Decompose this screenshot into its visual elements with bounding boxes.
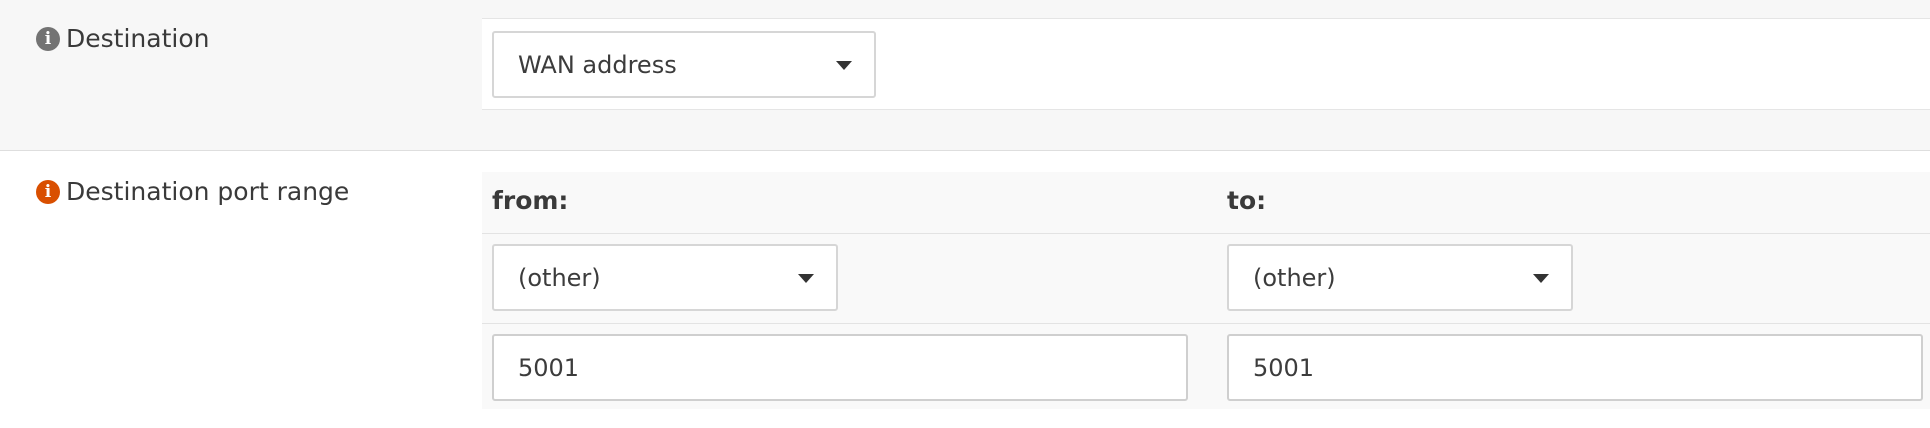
- from-header: from:: [492, 186, 569, 215]
- from-port-select[interactable]: (other): [492, 244, 838, 311]
- destination-label: i Destination: [36, 24, 209, 54]
- destination-row: i Destination WAN address: [0, 0, 1930, 151]
- to-port-select[interactable]: (other): [1227, 244, 1573, 311]
- destination-label-text: Destination: [66, 24, 210, 53]
- destination-select[interactable]: WAN address: [492, 31, 876, 98]
- to-port-input[interactable]: [1227, 334, 1923, 401]
- chevron-down-icon: [836, 60, 852, 70]
- info-icon[interactable]: i: [36, 27, 60, 51]
- destination-panel: WAN address: [482, 18, 1930, 110]
- to-header: to:: [1227, 186, 1267, 215]
- divider: [482, 233, 1930, 234]
- info-icon[interactable]: i: [36, 180, 60, 204]
- port-range-label: i Destination port range: [36, 177, 349, 207]
- to-port-select-value: (other): [1253, 263, 1336, 292]
- from-port-input[interactable]: [492, 334, 1188, 401]
- chevron-down-icon: [1533, 273, 1549, 283]
- port-range-label-text: Destination port range: [66, 177, 350, 206]
- port-range-panel: from: to: (other) (other): [482, 172, 1930, 409]
- destination-select-value: WAN address: [518, 50, 677, 79]
- divider: [482, 323, 1930, 324]
- destination-port-range-row: i Destination port range from: to: (othe…: [0, 151, 1930, 428]
- from-port-select-value: (other): [518, 263, 601, 292]
- chevron-down-icon: [798, 273, 814, 283]
